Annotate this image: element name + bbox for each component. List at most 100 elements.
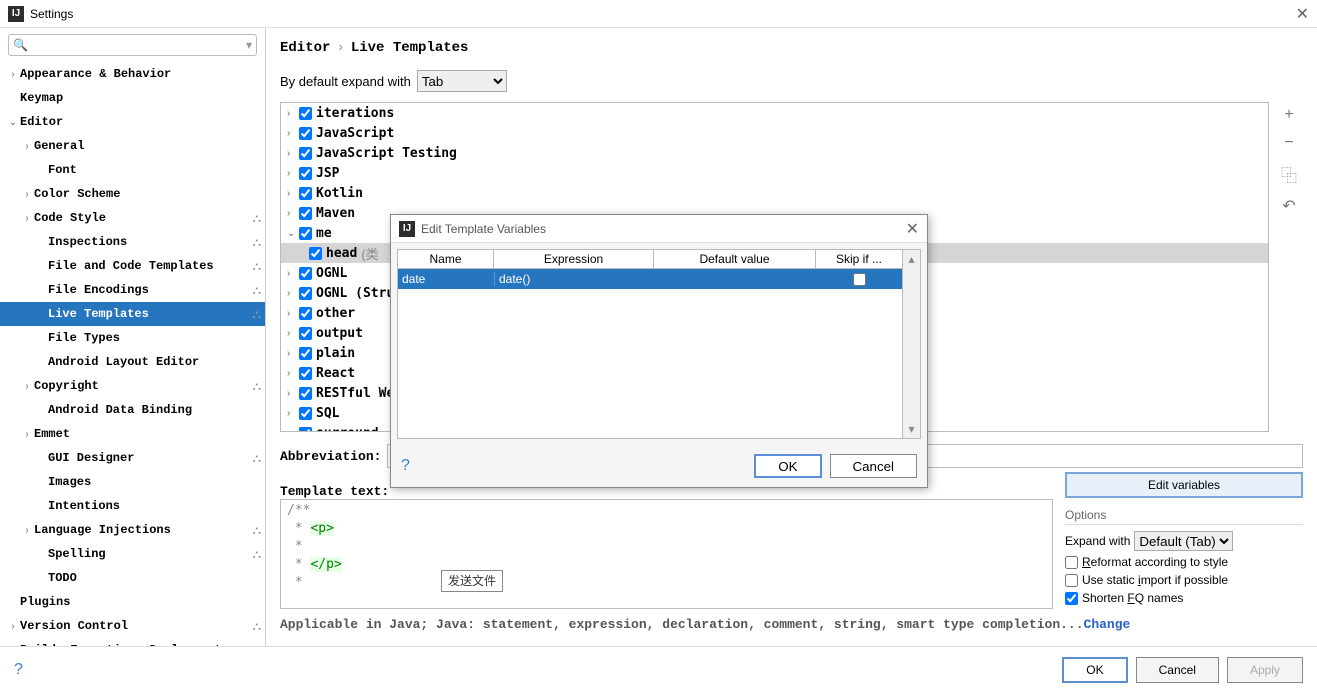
expand-icon[interactable]: ›	[20, 381, 34, 392]
expand-icon[interactable]: ›	[20, 189, 34, 200]
dialog-scrollbar[interactable]: ▴ ▾	[903, 249, 921, 439]
template-checkbox[interactable]	[299, 367, 312, 380]
expand-icon[interactable]: ›	[20, 525, 34, 536]
expand-icon[interactable]: ›	[287, 408, 299, 419]
dialog-ok-button[interactable]: OK	[754, 454, 821, 478]
sidebar-item[interactable]: File and Code Templates⛬	[0, 254, 265, 278]
sidebar-item[interactable]: ›Code Style⛬	[0, 206, 265, 230]
template-checkbox[interactable]	[299, 147, 312, 160]
expand-icon[interactable]: ›	[20, 141, 34, 152]
expand-icon[interactable]: ›	[287, 328, 299, 339]
sidebar-item[interactable]: Spelling⛬	[0, 542, 265, 566]
expand-icon[interactable]: ›	[287, 368, 299, 379]
template-checkbox[interactable]	[299, 227, 312, 240]
sidebar-item[interactable]: GUI Designer⛬	[0, 446, 265, 470]
expand-icon[interactable]: ›	[287, 168, 299, 179]
reformat-checkbox[interactable]	[1065, 556, 1078, 569]
expand-icon[interactable]: ›	[20, 213, 34, 224]
table-row[interactable]: date date()	[398, 269, 902, 289]
sidebar-item[interactable]: Font	[0, 158, 265, 182]
shorten-fq-checkbox[interactable]	[1065, 592, 1078, 605]
expand-icon[interactable]: ›	[6, 645, 20, 647]
template-checkbox[interactable]	[299, 187, 312, 200]
sidebar-item[interactable]: File Encodings⛬	[0, 278, 265, 302]
expand-icon[interactable]: ›	[20, 429, 34, 440]
undo-icon[interactable]: ↶	[1282, 196, 1295, 216]
template-item[interactable]: ›Kotlin	[281, 183, 1268, 203]
template-item[interactable]: ›JavaScript	[281, 123, 1268, 143]
expand-icon[interactable]: ⌄	[6, 117, 20, 128]
sidebar-item[interactable]: ›Language Injections⛬	[0, 518, 265, 542]
remove-icon[interactable]: −	[1284, 134, 1293, 152]
template-checkbox[interactable]	[299, 127, 312, 140]
chevron-down-icon[interactable]: ▾	[246, 38, 252, 52]
edit-variables-button[interactable]: Edit variables	[1065, 472, 1303, 498]
template-checkbox[interactable]	[299, 427, 312, 433]
dialog-close-icon[interactable]: ✕	[906, 219, 919, 239]
template-checkbox[interactable]	[299, 387, 312, 400]
expand-icon[interactable]: ›	[287, 288, 299, 299]
sidebar-item[interactable]: Android Data Binding	[0, 398, 265, 422]
template-item[interactable]: ›JavaScript Testing	[281, 143, 1268, 163]
template-checkbox[interactable]	[299, 327, 312, 340]
expand-icon[interactable]: ›	[287, 188, 299, 199]
template-checkbox[interactable]	[309, 247, 322, 260]
expand-icon[interactable]: ›	[287, 428, 299, 433]
ok-button[interactable]: OK	[1062, 657, 1127, 683]
template-text-area[interactable]: /** * <p> * * </p> *发送文件	[280, 499, 1053, 609]
sidebar-item[interactable]: ›Emmet	[0, 422, 265, 446]
static-import-checkbox[interactable]	[1065, 574, 1078, 587]
sidebar-item[interactable]: Intentions	[0, 494, 265, 518]
settings-tree[interactable]: ›Appearance & BehaviorKeymap⌄Editor›Gene…	[0, 62, 265, 646]
expand-icon[interactable]: ⌄	[287, 228, 299, 239]
template-checkbox[interactable]	[299, 207, 312, 220]
template-item[interactable]: ›JSP	[281, 163, 1268, 183]
add-icon[interactable]: +	[1284, 106, 1293, 124]
change-link[interactable]: Change	[1084, 617, 1131, 632]
expand-icon[interactable]: ›	[287, 148, 299, 159]
sidebar-item[interactable]: TODO	[0, 566, 265, 590]
template-checkbox[interactable]	[299, 287, 312, 300]
skip-checkbox[interactable]	[853, 273, 866, 286]
expand-icon[interactable]: ›	[6, 69, 20, 80]
template-checkbox[interactable]	[299, 347, 312, 360]
sidebar-item[interactable]: Android Layout Editor	[0, 350, 265, 374]
sidebar-item[interactable]: File Types	[0, 326, 265, 350]
expand-with-select[interactable]: Default (Tab)	[1134, 531, 1233, 551]
dialog-table[interactable]: Name Expression Default value Skip if ..…	[397, 249, 903, 439]
sidebar-item[interactable]: ›Build, Execution, Deployment	[0, 638, 265, 646]
sidebar-item[interactable]: ›Version Control⛬	[0, 614, 265, 638]
expand-icon[interactable]: ›	[287, 308, 299, 319]
template-checkbox[interactable]	[299, 267, 312, 280]
dialog-help-icon[interactable]: ?	[401, 457, 410, 475]
sidebar-item[interactable]: Live Templates⛬	[0, 302, 265, 326]
search-input[interactable]	[8, 34, 257, 56]
dialog-cancel-button[interactable]: Cancel	[830, 454, 918, 478]
close-icon[interactable]: ✕	[1296, 4, 1309, 24]
template-checkbox[interactable]	[299, 107, 312, 120]
apply-button[interactable]: Apply	[1227, 657, 1303, 683]
scroll-down-icon[interactable]: ▾	[908, 422, 914, 436]
sidebar-item[interactable]: Plugins	[0, 590, 265, 614]
sidebar-item[interactable]: ›Appearance & Behavior	[0, 62, 265, 86]
expand-icon[interactable]: ›	[287, 268, 299, 279]
expand-select[interactable]: Tab	[417, 70, 507, 92]
template-checkbox[interactable]	[299, 167, 312, 180]
expand-icon[interactable]: ›	[287, 128, 299, 139]
sidebar-item[interactable]: Images	[0, 470, 265, 494]
copy-icon[interactable]: ⿻	[1281, 162, 1297, 186]
expand-icon[interactable]: ›	[6, 621, 20, 632]
help-icon[interactable]: ?	[14, 661, 23, 679]
sidebar-item[interactable]: Keymap	[0, 86, 265, 110]
sidebar-item[interactable]: Inspections⛬	[0, 230, 265, 254]
template-checkbox[interactable]	[299, 407, 312, 420]
expand-icon[interactable]: ›	[287, 108, 299, 119]
sidebar-item[interactable]: ›Color Scheme	[0, 182, 265, 206]
expand-icon[interactable]: ›	[287, 208, 299, 219]
expand-icon[interactable]: ›	[287, 348, 299, 359]
sidebar-item[interactable]: ⌄Editor	[0, 110, 265, 134]
sidebar-item[interactable]: ›General	[0, 134, 265, 158]
scroll-up-icon[interactable]: ▴	[908, 252, 914, 266]
template-item[interactable]: ›iterations	[281, 103, 1268, 123]
sidebar-item[interactable]: ›Copyright⛬	[0, 374, 265, 398]
